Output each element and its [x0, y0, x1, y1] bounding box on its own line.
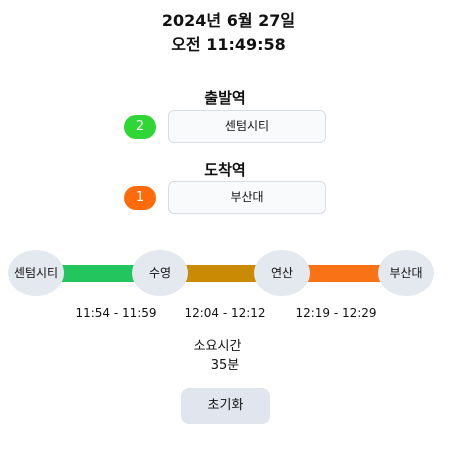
origin-label: 출발역 — [204, 89, 246, 107]
route-station-node: 센텀시티 — [8, 250, 64, 296]
segment-time: 12:19 - 12:29 — [295, 306, 377, 320]
duration-value: 35분 — [210, 358, 240, 373]
origin-line-badge: 2 — [124, 115, 156, 139]
route-station-node: 부산대 — [378, 250, 434, 296]
current-date: 2024년 6월 27일 — [161, 11, 296, 30]
current-time: 오전 11:49:58 — [171, 35, 286, 54]
route-station-node: 연산 — [254, 250, 310, 296]
origin-station-select[interactable]: 센텀시티 — [168, 110, 326, 143]
destination-label: 도착역 — [204, 161, 246, 179]
destination-line-badge: 1 — [124, 186, 156, 210]
segment-time: 12:04 - 12:12 — [184, 306, 266, 320]
duration-label: 소요시간 — [193, 339, 242, 354]
route-station-node: 수영 — [132, 250, 188, 296]
destination-station-select[interactable]: 부산대 — [168, 181, 326, 214]
segment-time: 11:54 - 11:59 — [75, 306, 157, 320]
reset-button[interactable]: 초기화 — [181, 388, 270, 424]
route-map: 센텀시티 수영 연산 부산대 — [0, 248, 457, 298]
